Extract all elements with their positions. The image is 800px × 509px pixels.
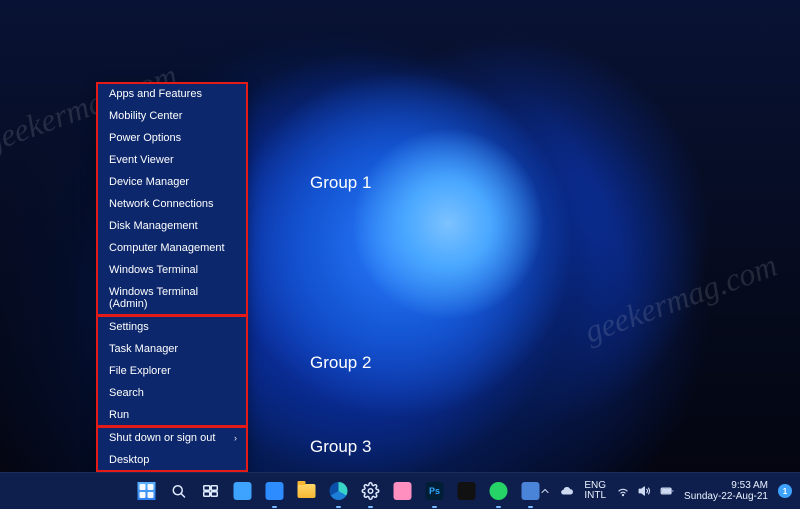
widgets-icon [234, 482, 252, 500]
terminal-app[interactable] [454, 478, 480, 504]
ctx-item-label: Search [109, 387, 144, 399]
photoshop-icon: Ps [426, 482, 444, 500]
terminal-icon [458, 482, 476, 500]
ctx-item[interactable]: Network Connections [97, 193, 247, 215]
language-line2: INTL [584, 491, 606, 502]
ctx-item[interactable]: Apps and Features [97, 83, 247, 105]
maps-icon [522, 482, 540, 500]
ctx-item[interactable]: Windows Terminal (Admin) [97, 281, 247, 315]
gear-icon [362, 482, 380, 500]
chevron-right-icon: › [234, 433, 237, 443]
widgets-button[interactable] [230, 478, 256, 504]
start-icon [138, 482, 156, 500]
ctx-item-label: Apps and Features [109, 88, 202, 100]
ctx-item-label: Disk Management [109, 220, 198, 232]
paint-app[interactable] [390, 478, 416, 504]
battery-icon [660, 484, 674, 498]
language-indicator[interactable]: ENG INTL [584, 481, 606, 502]
file-explorer-app[interactable] [294, 478, 320, 504]
ctx-item-label: Shut down or sign out [109, 432, 215, 444]
onedrive-icon [560, 484, 574, 498]
ctx-item-label: Mobility Center [109, 110, 182, 122]
task-view-button[interactable] [198, 478, 224, 504]
whatsapp-app[interactable] [486, 478, 512, 504]
zoom-app[interactable] [262, 478, 288, 504]
ctx-item-label: Task Manager [109, 343, 178, 355]
ctx-item-label: Device Manager [109, 176, 189, 188]
ctx-item[interactable]: Settings [97, 316, 247, 338]
paint-icon [394, 482, 412, 500]
ctx-group-3: Shut down or sign out › Desktop [97, 427, 247, 471]
winx-context-menu: Apps and Features Mobility Center Power Op… [97, 83, 247, 471]
ctx-item-label: Computer Management [109, 242, 225, 254]
ctx-item[interactable]: Task Manager [97, 338, 247, 360]
ctx-item-label: Windows Terminal [109, 264, 198, 276]
ctx-item-label: Event Viewer [109, 154, 174, 166]
notification-badge[interactable]: 1 [778, 484, 792, 498]
ctx-item-label: Windows Terminal (Admin) [109, 286, 237, 310]
ctx-item[interactable]: Desktop [97, 449, 247, 471]
onedrive-tray[interactable] [560, 484, 574, 498]
chevron-up-icon [539, 485, 551, 497]
ctx-item-label: Run [109, 409, 129, 421]
search-icon [170, 482, 188, 500]
group-label-3: Group 3 [310, 437, 371, 457]
ctx-item[interactable]: Windows Terminal [97, 259, 247, 281]
edge-icon [330, 482, 348, 500]
ctx-item-label: Desktop [109, 454, 149, 466]
ctx-item[interactable]: Power Options [97, 127, 247, 149]
whatsapp-icon [490, 482, 508, 500]
start-button[interactable] [134, 478, 160, 504]
ctx-item[interactable]: Shut down or sign out › [97, 427, 247, 449]
photoshop-app[interactable]: Ps [422, 478, 448, 504]
edge-app[interactable] [326, 478, 352, 504]
volume-icon [638, 484, 652, 498]
ctx-item[interactable]: Disk Management [97, 215, 247, 237]
ctx-item[interactable]: Event Viewer [97, 149, 247, 171]
ctx-item-label: File Explorer [109, 365, 171, 377]
wifi-status[interactable] [616, 484, 630, 498]
ctx-item[interactable]: File Explorer [97, 360, 247, 382]
group-label-1: Group 1 [310, 173, 371, 193]
system-tray: ENG INTL 9:53 AM Sunday-22-Aug-21 1 [538, 473, 800, 509]
ctx-item-label: Settings [109, 321, 149, 333]
battery-status[interactable] [660, 484, 674, 498]
group-label-2: Group 2 [310, 353, 371, 373]
search-button[interactable] [166, 478, 192, 504]
ctx-group-2: Settings Task Manager File Explorer Search R… [97, 316, 247, 426]
chevron-up-tray[interactable] [538, 484, 552, 498]
zoom-icon [266, 482, 284, 500]
volume-status[interactable] [638, 484, 652, 498]
taskview-icon [202, 482, 220, 500]
clock-date: Sunday-22-Aug-21 [684, 491, 768, 502]
ctx-item[interactable]: Device Manager [97, 171, 247, 193]
ctx-item[interactable]: Search [97, 382, 247, 404]
settings-app[interactable] [358, 478, 384, 504]
taskbar: Ps ENG INTL 9:53 AM Sunday-22-Aug-21 1 [0, 472, 800, 509]
clock-time: 9:53 AM [684, 480, 768, 491]
ctx-item[interactable]: Run [97, 404, 247, 426]
folder-icon [298, 484, 316, 498]
wifi-icon [616, 484, 630, 498]
ctx-item[interactable]: Computer Management [97, 237, 247, 259]
clock[interactable]: 9:53 AM Sunday-22-Aug-21 [684, 480, 768, 502]
ctx-item-label: Network Connections [109, 198, 214, 210]
ctx-item-label: Power Options [109, 132, 181, 144]
ctx-item[interactable]: Mobility Center [97, 105, 247, 127]
ctx-group-1: Apps and Features Mobility Center Power Op… [97, 83, 247, 315]
